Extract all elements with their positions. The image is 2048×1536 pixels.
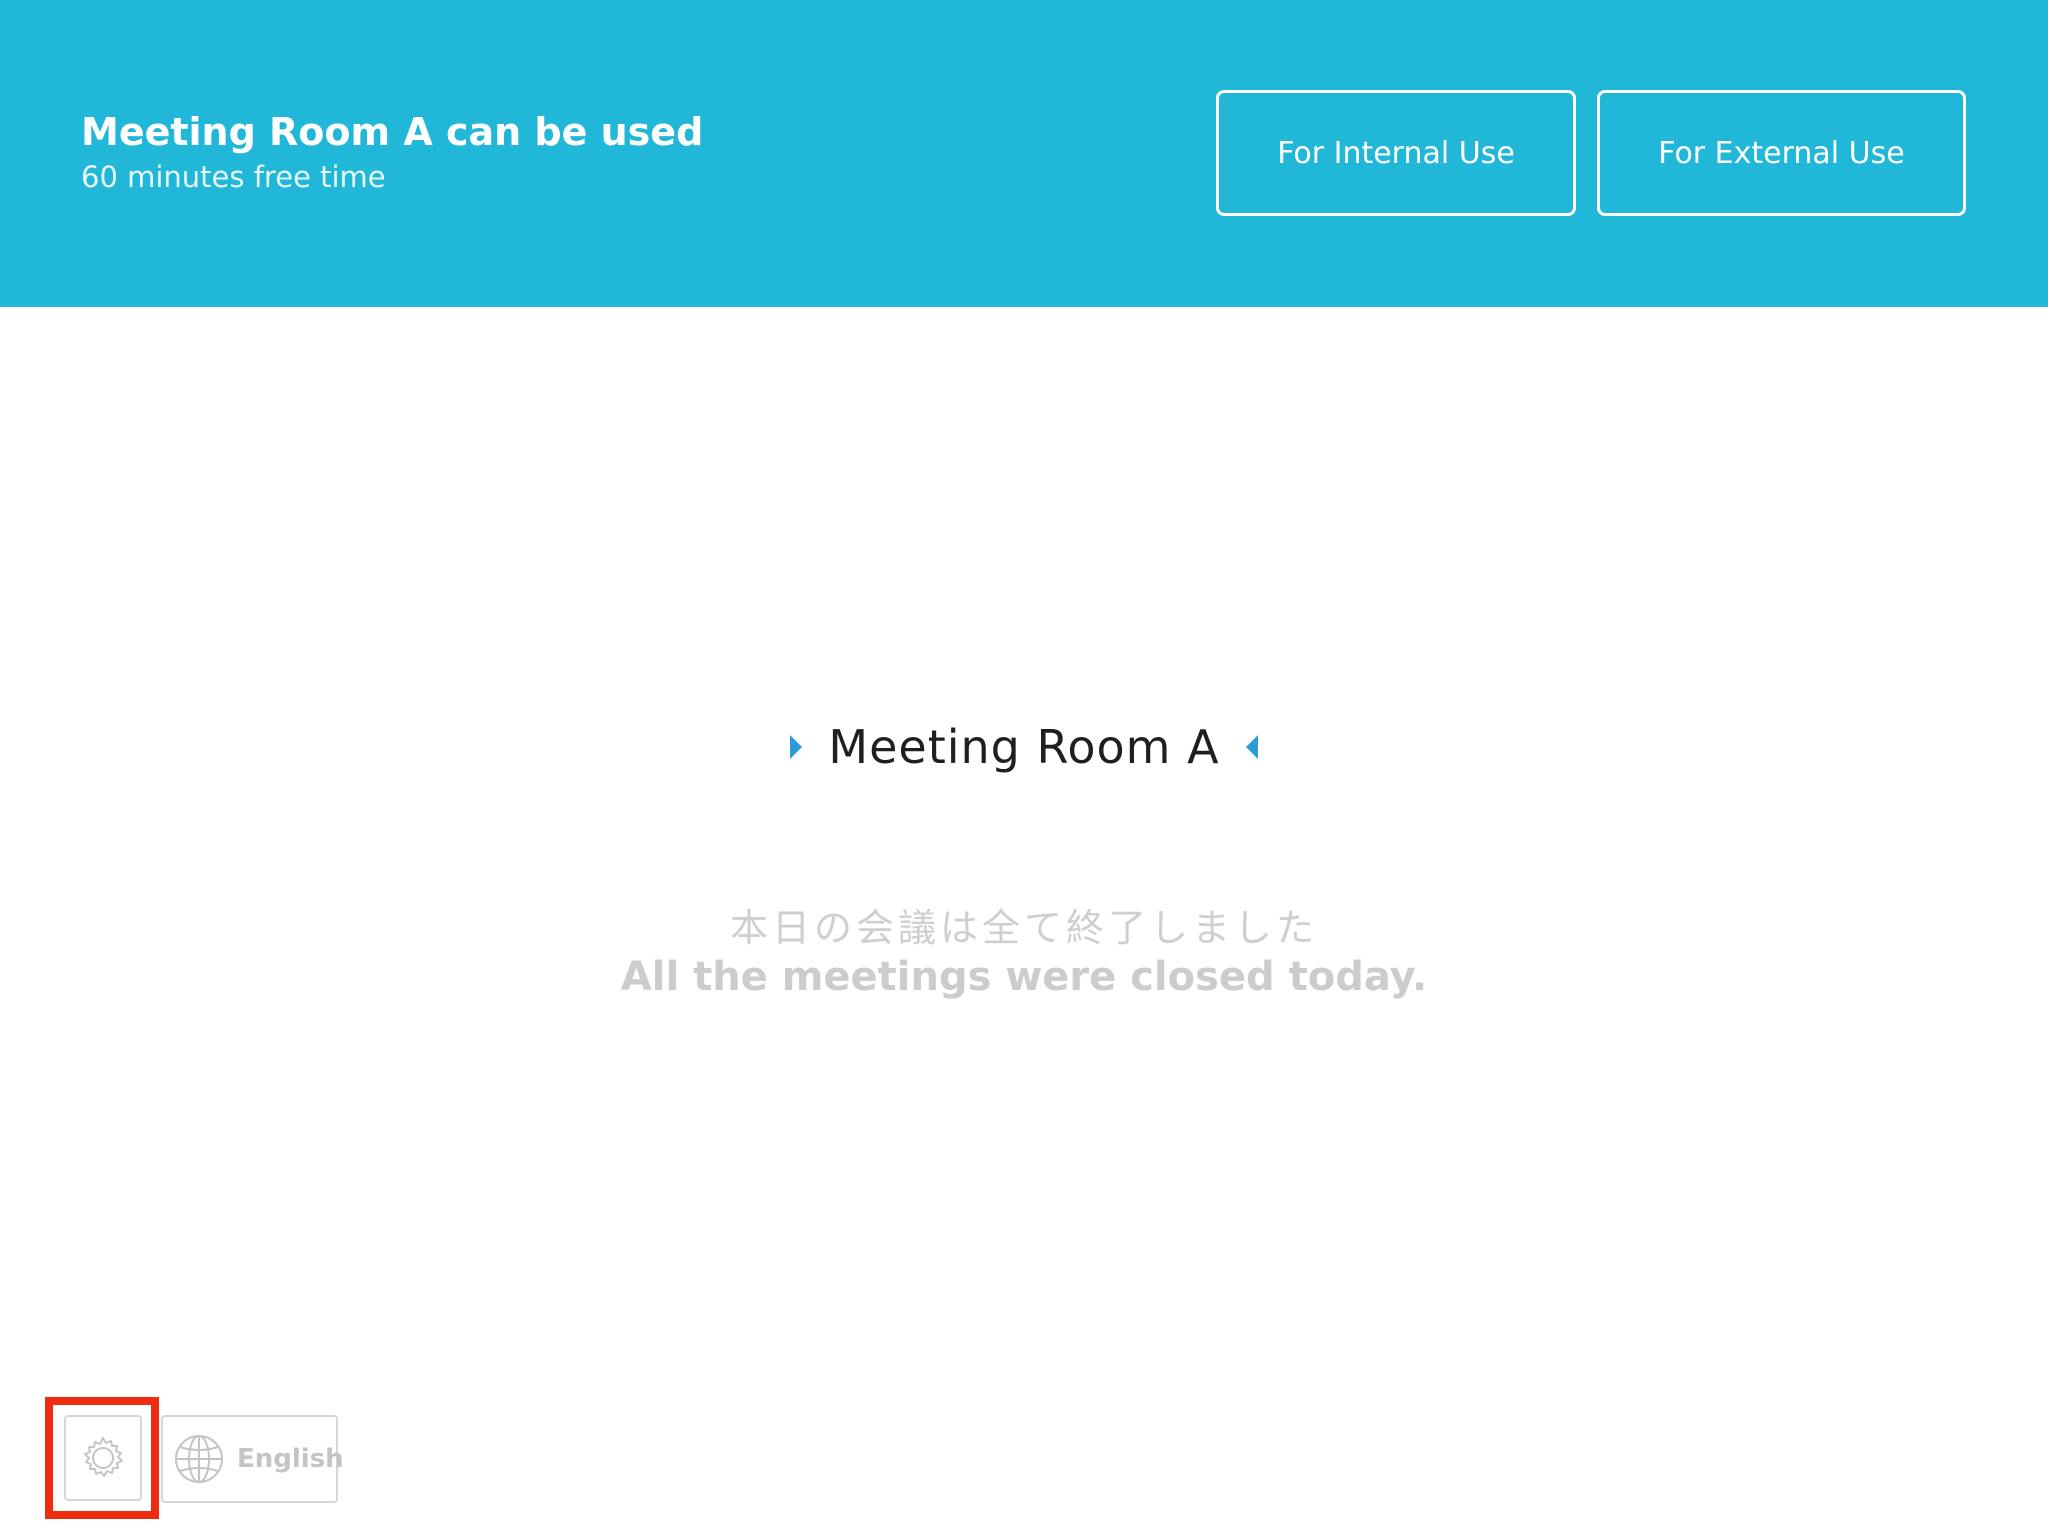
closed-message-english: All the meetings were closed today. bbox=[620, 954, 1428, 1000]
gear-icon bbox=[84, 1437, 123, 1477]
globe-icon bbox=[173, 1433, 225, 1485]
external-use-button[interactable]: For External Use bbox=[1597, 90, 1966, 216]
language-button[interactable]: English bbox=[161, 1415, 344, 1503]
closed-message-japanese: 本日の会議は全て終了しました bbox=[729, 906, 1318, 950]
settings-button[interactable] bbox=[64, 1415, 142, 1501]
availability-title: Meeting Room A can be used bbox=[81, 110, 704, 154]
caret-left-icon bbox=[1245, 735, 1258, 759]
room-name-row: Meeting Room A bbox=[0, 712, 2048, 782]
language-label: English bbox=[237, 1444, 344, 1474]
room-name: Meeting Room A bbox=[828, 720, 1220, 774]
free-time-subtitle: 60 minutes free time bbox=[81, 160, 386, 194]
meeting-room-screen: Meeting Room A can be used 60 minutes fr… bbox=[0, 0, 2048, 1536]
internal-use-button[interactable]: For Internal Use bbox=[1216, 90, 1576, 216]
caret-right-icon bbox=[790, 735, 803, 759]
status-header: Meeting Room A can be used 60 minutes fr… bbox=[0, 0, 2048, 307]
